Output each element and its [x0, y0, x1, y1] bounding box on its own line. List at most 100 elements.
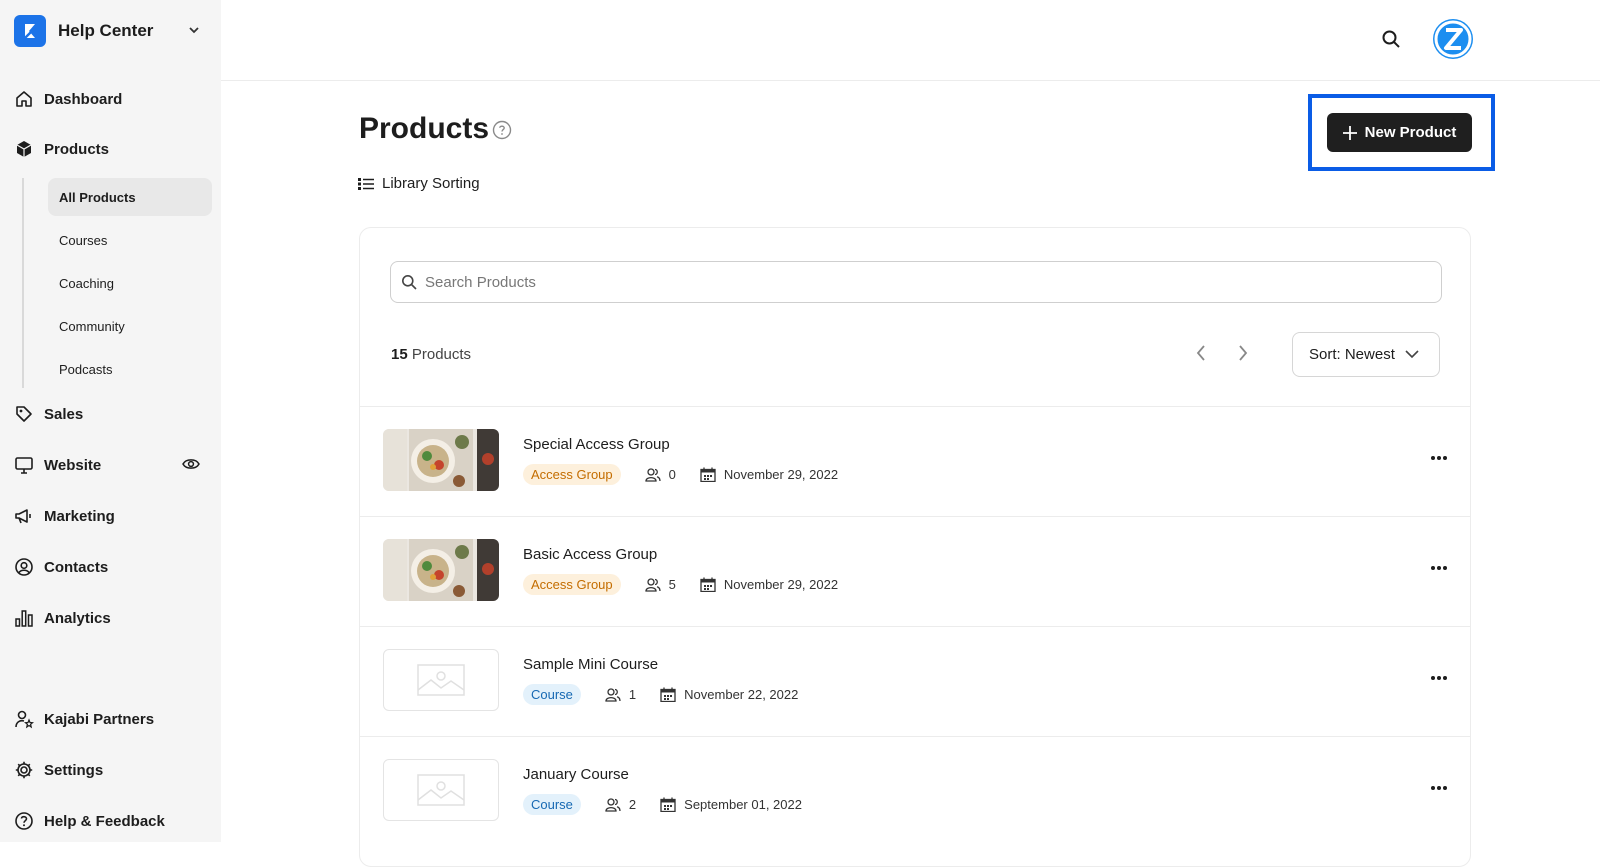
- users-icon: [605, 797, 621, 812]
- members-value: 2: [628, 797, 637, 812]
- sidebar-item-kajabi-partners[interactable]: Kajabi Partners: [14, 702, 210, 736]
- subnav-item-community[interactable]: Community: [48, 307, 212, 345]
- chevron-down-icon: [188, 24, 200, 36]
- members-count: 2: [605, 797, 636, 812]
- product-type-badge: Course: [523, 794, 581, 815]
- eye-icon[interactable]: [182, 457, 200, 471]
- members-value: 0: [668, 467, 676, 482]
- product-row[interactable]: Basic Access Group Access Group 5 Novemb…: [360, 516, 1470, 626]
- created-date: November 29, 2022: [700, 577, 838, 592]
- calendar-icon: [700, 467, 716, 482]
- product-count-number: 15: [391, 346, 408, 363]
- sidebar-item-label: Products: [44, 140, 110, 158]
- product-row[interactable]: Special Access Group Access Group 0 Nove…: [360, 406, 1470, 516]
- sidebar-item-analytics[interactable]: Analytics: [14, 601, 210, 635]
- sort-label: Sort: Newest: [1309, 346, 1395, 363]
- product-row[interactable]: Sample Mini Course Course 1 November 22,…: [360, 626, 1470, 736]
- question-circle-icon[interactable]: [492, 120, 512, 140]
- subnav-divider: [22, 178, 24, 388]
- sidebar-item-contacts[interactable]: Contacts: [14, 550, 210, 584]
- sidebar-item-label: Dashboard: [44, 90, 123, 108]
- subnav-item-podcasts[interactable]: Podcasts: [48, 350, 212, 388]
- product-row[interactable]: January Course Course 2 September 01, 20…: [360, 736, 1470, 846]
- subnav-item-courses[interactable]: Courses: [48, 221, 212, 259]
- sidebar-item-label: Marketing: [44, 507, 115, 525]
- avatar[interactable]: [1433, 19, 1473, 59]
- search-input[interactable]: [425, 273, 1325, 291]
- members-count: 1: [605, 687, 636, 702]
- page-title: Products: [359, 112, 490, 145]
- product-meta: Access Group 0 November 29, 2022: [523, 464, 838, 485]
- product-thumbnail-placeholder: [383, 759, 499, 821]
- new-product-button[interactable]: New Product: [1327, 113, 1472, 152]
- sidebar-item-sales[interactable]: Sales: [14, 397, 210, 431]
- search-icon[interactable]: [1380, 28, 1402, 50]
- sidebar-item-label: Contacts: [44, 558, 109, 576]
- product-count: 15 Products: [391, 346, 471, 363]
- calendar-icon: [700, 577, 716, 592]
- created-date: September 01, 2022: [660, 797, 802, 812]
- users-icon: [645, 467, 661, 482]
- search-field[interactable]: [390, 261, 1442, 303]
- date-value: November 22, 2022: [684, 687, 799, 702]
- product-type-badge: Access Group: [523, 574, 621, 595]
- new-product-label: New Product: [1364, 124, 1457, 141]
- site-name: Help Center: [58, 21, 154, 40]
- chevron-right-icon[interactable]: [1237, 344, 1249, 362]
- members-count: 5: [645, 577, 676, 592]
- more-options-icon[interactable]: [1430, 675, 1448, 681]
- more-options-icon[interactable]: [1430, 455, 1448, 461]
- product-thumbnail: [383, 539, 499, 601]
- product-meta: Course 1 November 22, 2022: [523, 684, 798, 705]
- image-placeholder-icon: [417, 664, 465, 696]
- calendar-icon: [660, 687, 676, 702]
- members-value: 5: [668, 577, 676, 592]
- more-options-icon[interactable]: [1430, 785, 1448, 791]
- sidebar-item-label: Analytics: [44, 609, 111, 627]
- bar-chart-icon: [14, 608, 34, 628]
- calendar-icon: [660, 797, 676, 812]
- monitor-icon: [14, 455, 34, 475]
- subnav-item-coaching[interactable]: Coaching: [48, 264, 212, 302]
- product-meta: Course 2 September 01, 2022: [523, 794, 802, 815]
- users-icon: [645, 577, 661, 592]
- product-count-label: Products: [411, 346, 472, 363]
- created-date: November 29, 2022: [700, 467, 838, 482]
- product-type-badge: Access Group: [523, 464, 621, 485]
- members-count: 0: [645, 467, 676, 482]
- tag-icon: [14, 404, 34, 424]
- products-card: 15 Products Sort: Newest: [359, 227, 1471, 867]
- sidebar-item-marketing[interactable]: Marketing: [14, 499, 210, 533]
- site-switcher[interactable]: Help Center: [14, 14, 204, 48]
- chevron-left-icon[interactable]: [1195, 344, 1207, 362]
- date-value: November 29, 2022: [723, 467, 839, 482]
- sidebar-item-label: Settings: [44, 761, 104, 779]
- sort-dropdown[interactable]: Sort: Newest: [1292, 332, 1440, 377]
- plus-icon: [1342, 125, 1357, 140]
- sidebar-item-settings[interactable]: Settings: [14, 753, 210, 787]
- sidebar-item-dashboard[interactable]: Dashboard: [14, 82, 210, 116]
- library-sorting-label: Library Sorting: [382, 175, 480, 192]
- members-value: 1: [628, 687, 637, 702]
- library-sorting-link[interactable]: Library Sorting: [358, 175, 480, 192]
- sidebar-item-products[interactable]: Products: [14, 132, 210, 166]
- product-type-badge: Course: [523, 684, 581, 705]
- contact-circle-icon: [14, 557, 34, 577]
- list-sort-icon: [358, 177, 374, 190]
- help-icon: [14, 811, 34, 831]
- product-title: January Course: [523, 766, 629, 783]
- gear-icon: [14, 760, 34, 780]
- product-thumbnail-placeholder: [383, 649, 499, 711]
- subnav-item-all-products[interactable]: All Products: [48, 178, 212, 216]
- sidebar-item-label: Help & Feedback: [44, 812, 165, 830]
- date-value: November 29, 2022: [723, 577, 839, 592]
- sidebar-item-website[interactable]: Website: [14, 448, 210, 482]
- product-title: Special Access Group: [523, 436, 670, 453]
- users-icon: [605, 687, 621, 702]
- product-thumbnail: [383, 429, 499, 491]
- sidebar-item-label: Sales: [44, 405, 84, 423]
- more-options-icon[interactable]: [1430, 565, 1448, 571]
- sidebar-item-label: Website: [44, 456, 102, 474]
- sidebar-item-help-feedback[interactable]: Help & Feedback: [14, 804, 210, 838]
- image-placeholder-icon: [417, 774, 465, 806]
